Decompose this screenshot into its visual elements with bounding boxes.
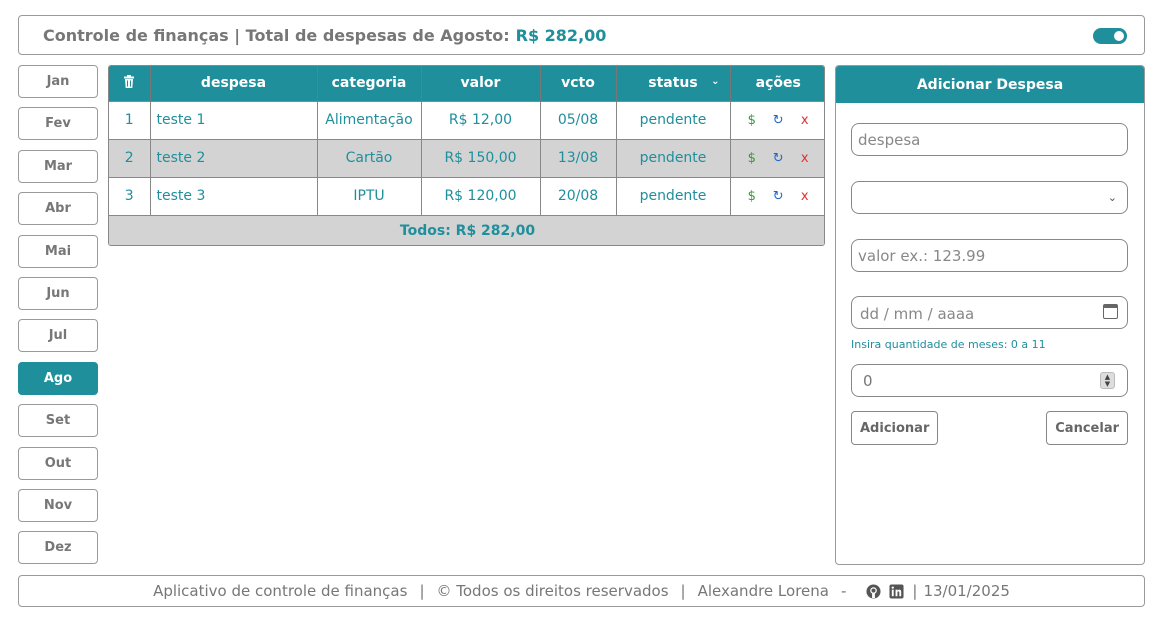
footer-author: Alexandre Lorena — [697, 582, 829, 600]
pay-button[interactable]: $ — [741, 189, 763, 204]
pay-button[interactable]: $ — [741, 151, 763, 166]
cell-despesa: teste 2 — [150, 138, 318, 177]
month-button-ago[interactable]: Ago — [18, 361, 98, 395]
footer-date: 13/01/2025 — [923, 582, 1010, 600]
table-total: Todos: R$ 282,00 — [109, 214, 824, 245]
footer-dash: - — [840, 582, 847, 600]
categoria-select[interactable]: ⌄ — [851, 181, 1128, 214]
meses-hint: Insira quantidade de meses: 0 a 11 — [851, 338, 1046, 351]
delete-button[interactable]: x — [794, 189, 816, 204]
toggle-knob — [1114, 31, 1124, 41]
cell-actions: $ ↻ x — [730, 176, 824, 215]
cell-actions: $ ↻ x — [730, 100, 824, 139]
cell-categoria: Cartão — [317, 138, 422, 177]
cell-despesa: teste 3 — [150, 176, 318, 215]
month-button-set[interactable]: Set — [18, 404, 98, 438]
edit-button[interactable]: ↻ — [767, 151, 789, 166]
pay-button[interactable]: $ — [741, 113, 763, 128]
delete-button[interactable]: x — [794, 113, 816, 128]
cell-status: pendente — [616, 176, 731, 215]
footer-separator: | — [680, 582, 686, 600]
table-row: 1 teste 1 Alimentação R$ 12,00 05/08 pen… — [109, 100, 824, 139]
linkedin-icon[interactable] — [889, 583, 904, 599]
table-row: 3 teste 3 IPTU R$ 120,00 20/08 pendente … — [109, 176, 824, 215]
column-header-vcto: vcto — [540, 66, 617, 101]
stepper-icon[interactable]: ▲ ▼ — [1100, 372, 1115, 389]
month-button-out[interactable]: Out — [18, 446, 98, 480]
add-button[interactable]: Adicionar — [851, 411, 939, 445]
github-icon[interactable] — [866, 583, 881, 599]
cancel-button[interactable]: Cancelar — [1046, 411, 1128, 445]
row-number: 3 — [109, 176, 151, 215]
column-header-acoes: ações — [730, 66, 824, 101]
meses-number-input[interactable]: 0 ▲ ▼ — [851, 364, 1128, 397]
footer-rights: © Todos os direitos reservados — [436, 582, 669, 600]
column-header-status[interactable]: status ⌄ — [616, 66, 731, 101]
footer-separator: | — [912, 582, 918, 600]
row-number: 1 — [109, 100, 151, 139]
table-row: 2 teste 2 Cartão R$ 150,00 13/08 pendent… — [109, 138, 824, 177]
cell-vcto: 05/08 — [540, 100, 617, 139]
meses-value: 0 — [863, 372, 873, 390]
cell-actions: $ ↻ x — [730, 138, 824, 177]
cell-valor: R$ 120,00 — [421, 176, 541, 215]
vencimento-date-input[interactable]: dd / mm / aaaa — [851, 296, 1128, 329]
edit-button[interactable]: ↻ — [767, 189, 789, 204]
header-title: Controle de finanças | Total de despesas… — [43, 25, 510, 45]
delete-all-header[interactable] — [109, 66, 151, 101]
theme-toggle[interactable] — [1093, 28, 1127, 44]
month-button-abr[interactable]: Abr — [18, 192, 98, 226]
row-number: 2 — [109, 138, 151, 177]
cell-valor: R$ 12,00 — [421, 100, 541, 139]
month-button-jul[interactable]: Jul — [18, 319, 98, 353]
table-header-row: despesa categoria valor vcto status ⌄ aç… — [109, 66, 824, 101]
cell-status: pendente — [616, 138, 731, 177]
column-header-despesa: despesa — [150, 66, 318, 101]
cell-valor: R$ 150,00 — [421, 138, 541, 177]
header-total: R$ 282,00 — [515, 25, 607, 45]
month-button-mar[interactable]: Mar — [18, 149, 98, 183]
calendar-icon[interactable] — [1103, 304, 1118, 319]
delete-button[interactable]: x — [794, 151, 816, 166]
month-button-fev[interactable]: Fev — [18, 107, 98, 141]
column-header-valor: valor — [421, 66, 541, 101]
date-placeholder: dd / mm / aaaa — [860, 305, 975, 323]
edit-button[interactable]: ↻ — [767, 113, 789, 128]
add-expense-panel: Adicionar Despesa ⌄ dd / mm / aaaa Insir… — [835, 65, 1145, 565]
cell-despesa: teste 1 — [150, 100, 318, 139]
form-title: Adicionar Despesa — [836, 66, 1144, 103]
status-header-label: status — [648, 75, 698, 92]
month-button-dez[interactable]: Dez — [18, 531, 98, 565]
month-button-mai[interactable]: Mai — [18, 234, 98, 268]
footer-app-name: Aplicativo de controle de finanças — [153, 582, 408, 600]
cell-status: pendente — [616, 100, 731, 139]
month-button-nov[interactable]: Nov — [18, 488, 98, 522]
app-footer: Aplicativo de controle de finanças | © T… — [18, 575, 1145, 607]
cell-categoria: Alimentação — [317, 100, 422, 139]
chevron-down-icon: ⌄ — [711, 76, 720, 87]
column-header-categoria: categoria — [317, 66, 422, 101]
month-list: Jan Fev Mar Abr Mai Jun Jul Ago Set Out … — [18, 65, 98, 574]
cell-vcto: 20/08 — [540, 176, 617, 215]
month-button-jan[interactable]: Jan — [18, 65, 98, 98]
cell-vcto: 13/08 — [540, 138, 617, 177]
app-header: Controle de finanças | Total de despesas… — [18, 15, 1145, 55]
footer-separator: | — [419, 582, 425, 600]
valor-input[interactable] — [851, 239, 1128, 272]
chevron-down-icon: ⌄ — [1107, 191, 1117, 204]
despesa-input[interactable] — [851, 123, 1128, 156]
cell-categoria: IPTU — [317, 176, 422, 215]
trash-icon — [124, 74, 135, 88]
expenses-table: despesa categoria valor vcto status ⌄ aç… — [108, 65, 825, 246]
month-button-jun[interactable]: Jun — [18, 276, 98, 310]
table-total-row: Todos: R$ 282,00 — [109, 214, 824, 245]
